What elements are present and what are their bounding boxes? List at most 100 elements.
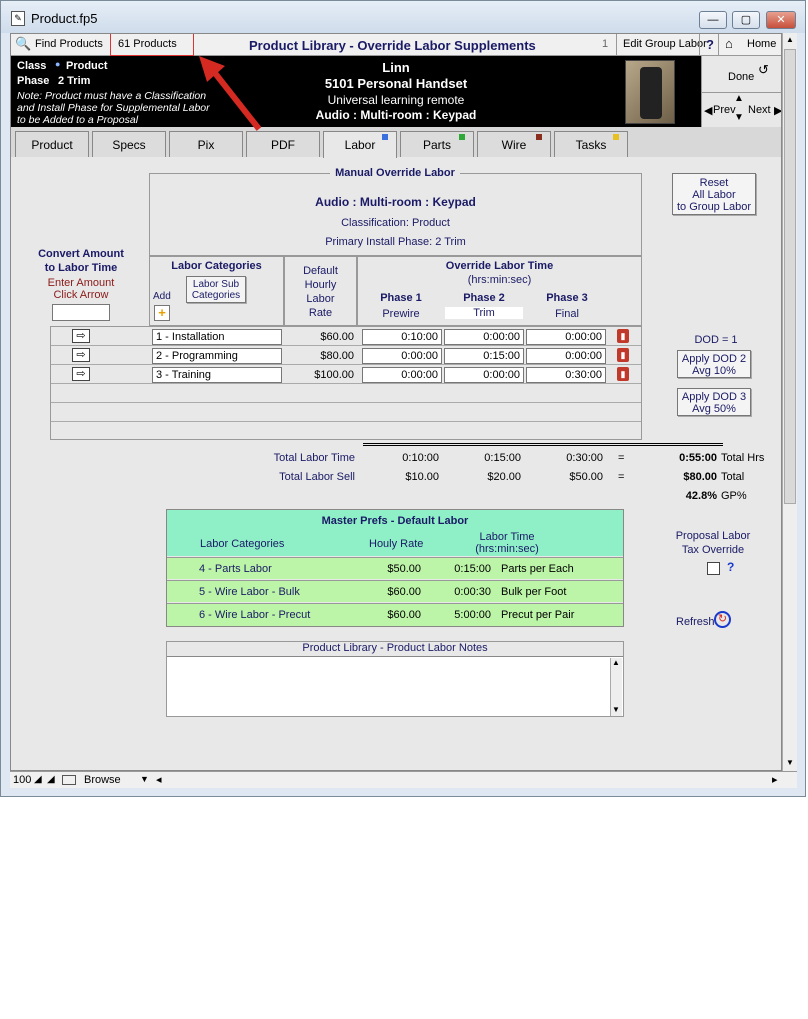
- phase2-time-field[interactable]: 0:15:00: [444, 348, 524, 364]
- scroll-up-icon[interactable]: ▲: [786, 35, 794, 44]
- add-category-icon[interactable]: +: [154, 305, 170, 321]
- down-arrow-icon[interactable]: ▼: [734, 112, 744, 123]
- prev-button[interactable]: Prev: [713, 104, 736, 116]
- product-count: 61 Products: [118, 38, 177, 50]
- enter-amount-hint: Enter Amount: [47, 277, 115, 289]
- window-title: Product.fp5: [31, 11, 98, 26]
- zoom-level[interactable]: 100: [13, 774, 31, 786]
- rate-value: $60.00: [320, 331, 354, 343]
- convert-amount-input[interactable]: [52, 304, 110, 321]
- chevron-down-icon[interactable]: ▼: [140, 774, 149, 784]
- up-arrow-icon[interactable]: ▲: [734, 93, 744, 104]
- rate-value: $100.00: [314, 369, 354, 381]
- home-button[interactable]: Home: [747, 38, 776, 50]
- notes-textarea[interactable]: [169, 659, 609, 715]
- product-image[interactable]: [625, 60, 675, 124]
- zoom-in-icon[interactable]: ◢: [47, 774, 55, 785]
- reset-labor-button[interactable]: Reset All Labor to Group Labor: [672, 173, 756, 215]
- tab-label: PDF: [271, 138, 295, 152]
- done-arrow-icon[interactable]: ↺: [758, 62, 769, 78]
- dod-label: DOD = 1: [694, 334, 738, 346]
- table-row: 5 - Wire Labor - Bulk $60.00 0:00:30 Bul…: [167, 580, 623, 602]
- class-label: Class: [17, 60, 47, 72]
- tab-specs[interactable]: Specs: [92, 131, 166, 157]
- notes-title: Product Library - Product Labor Notes: [167, 642, 623, 657]
- help-button[interactable]: ?: [706, 37, 714, 52]
- refresh-icon[interactable]: ↻: [714, 611, 731, 628]
- labor-sub-categories-button[interactable]: Labor Sub Categories: [186, 276, 246, 303]
- edit-group-labor-button[interactable]: Edit Group Labor: [623, 38, 707, 50]
- equals-sign: =: [618, 471, 625, 483]
- apply-dod2-button[interactable]: Apply DOD 2 Avg 10%: [677, 350, 751, 378]
- home-icon[interactable]: ⌂: [725, 36, 733, 51]
- trash-icon[interactable]: ▮: [617, 348, 629, 362]
- tab-tasks[interactable]: Tasks: [554, 131, 628, 157]
- phase1-time-field[interactable]: 0:00:00: [362, 348, 442, 364]
- next-button[interactable]: Next: [748, 104, 771, 116]
- phase3-time-field[interactable]: 0:00:00: [526, 329, 606, 345]
- scroll-down-icon[interactable]: ▼: [612, 705, 620, 714]
- scroll-up-icon[interactable]: ▲: [612, 658, 620, 667]
- close-button[interactable]: ✕: [766, 11, 796, 29]
- annotation-arrow-icon: [199, 56, 262, 131]
- minimize-button[interactable]: —: [699, 11, 727, 29]
- category-field[interactable]: 3 - Training: [152, 367, 282, 383]
- convert-arrow-icon[interactable]: ⇨: [72, 367, 90, 381]
- tab-pdf[interactable]: PDF: [246, 131, 320, 157]
- tab-wire[interactable]: Wire: [477, 131, 551, 157]
- scroll-thumb[interactable]: [784, 49, 796, 504]
- tax-override-checkbox[interactable]: [707, 562, 720, 575]
- tab-indicator: [459, 134, 465, 140]
- trash-icon[interactable]: ▮: [617, 367, 629, 381]
- convert-arrow-icon[interactable]: ⇨: [72, 348, 90, 362]
- scroll-down-icon[interactable]: ▼: [786, 758, 794, 767]
- apply-dod3-button[interactable]: Apply DOD 3 Avg 50%: [677, 388, 751, 416]
- master-category: 6 - Wire Labor - Precut: [199, 609, 311, 621]
- zoom-out-icon[interactable]: ◢: [34, 774, 42, 785]
- phase1-time-field[interactable]: 0:10:00: [362, 329, 442, 345]
- phase3-time-field[interactable]: 0:30:00: [526, 367, 606, 383]
- next-arrow-icon[interactable]: ▶: [774, 104, 781, 117]
- master-time: 5:00:00: [454, 609, 491, 621]
- total-hrs-label: Total Hrs: [721, 452, 765, 464]
- category-field[interactable]: 1 - Installation: [152, 329, 282, 345]
- scroll-left-icon[interactable]: ◂: [156, 773, 162, 786]
- tab-pix[interactable]: Pix: [169, 131, 243, 157]
- phase3-time-field[interactable]: 0:00:00: [526, 348, 606, 364]
- divider: [699, 34, 700, 56]
- default-rate-header: Default Hourly Labor Rate: [284, 256, 357, 326]
- total-sell-total-label: Total: [721, 471, 745, 483]
- tax-help-button[interactable]: ?: [727, 560, 734, 574]
- master-unit: Parts per Each: [501, 563, 574, 575]
- tab-product[interactable]: Product: [15, 131, 89, 157]
- master-rate: $60.00: [387, 609, 421, 621]
- tab-parts[interactable]: Parts: [400, 131, 474, 157]
- total-time-phase3: 0:30:00: [566, 452, 603, 464]
- prev-arrow-icon[interactable]: ◀: [704, 104, 712, 117]
- note-line: to be Added to a Proposal: [17, 114, 139, 126]
- tab-labor[interactable]: Labor: [323, 131, 397, 158]
- category-field[interactable]: 2 - Programming: [152, 348, 282, 364]
- phase2-time-field[interactable]: 0:00:00: [444, 367, 524, 383]
- trash-icon[interactable]: ▮: [617, 329, 629, 343]
- category: Audio : Multi-room : Keypad: [315, 108, 477, 122]
- magnifier-icon[interactable]: 🔍: [15, 36, 31, 52]
- status-area-icon[interactable]: [62, 775, 76, 785]
- default-rate-label: Hourly: [304, 279, 337, 291]
- convert-arrow-icon[interactable]: ⇨: [72, 329, 90, 343]
- find-products-button[interactable]: Find Products: [35, 38, 103, 50]
- master-rate: $60.00: [387, 586, 421, 598]
- override-subtitle: (hrs:min:sec): [467, 274, 532, 286]
- notes-scrollbar[interactable]: ▲ ▼: [610, 658, 622, 716]
- phase1-time-field[interactable]: 0:00:00: [362, 367, 442, 383]
- override-title: Override Labor Time: [445, 260, 554, 272]
- phase2-time-field[interactable]: 0:00:00: [444, 329, 524, 345]
- done-button[interactable]: Done: [728, 71, 754, 83]
- remote-image-shape: [640, 67, 662, 119]
- vertical-scrollbar[interactable]: ▲ ▼: [782, 33, 797, 771]
- refresh-label[interactable]: Refresh: [676, 616, 715, 628]
- default-rate-label: Rate: [308, 307, 333, 319]
- maximize-button[interactable]: ▢: [732, 11, 760, 29]
- mode-select[interactable]: Browse: [84, 774, 121, 786]
- scroll-right-icon[interactable]: ▸: [772, 773, 778, 786]
